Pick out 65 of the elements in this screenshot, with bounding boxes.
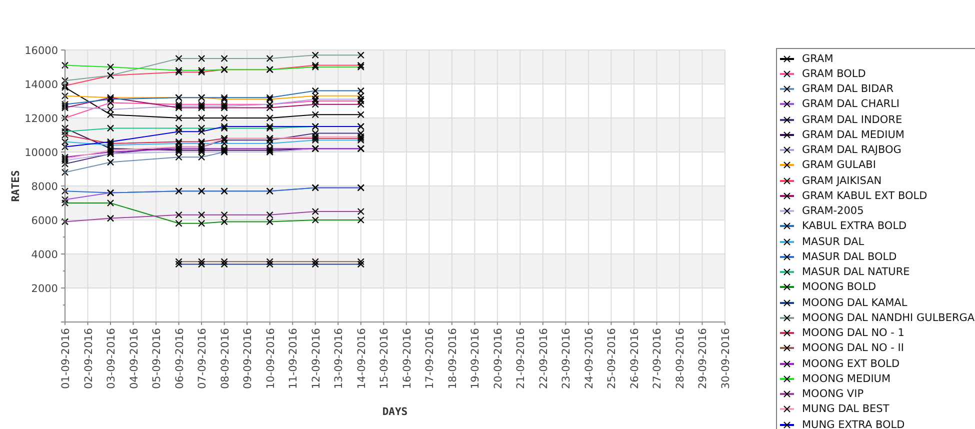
- legend-label: GRAM: [802, 52, 834, 65]
- legend-label: MOONG DAL NO - II: [802, 342, 904, 354]
- legend-label: GRAM DAL MEDIUM: [802, 128, 904, 141]
- legend-label: GRAM JAIKISAN: [802, 174, 882, 187]
- x-tick-label: 07-09-2016: [196, 328, 209, 390]
- legend-label: MOONG EXT BOLD: [802, 358, 900, 370]
- x-axis-title: DAYS: [382, 406, 408, 418]
- x-tick-label: 26-09-2016: [628, 328, 641, 390]
- legend-label: MOONG BOLD: [802, 281, 876, 294]
- x-tick-label: 10-09-2016: [264, 328, 277, 390]
- x-tick-label: 29-09-2016: [697, 328, 710, 390]
- legend-label: MUNG DAL BEST: [802, 403, 890, 416]
- x-tick-label: 11-09-2016: [288, 328, 300, 390]
- y-tick-label: 8000: [31, 181, 58, 193]
- x-tick-label: 16-09-2016: [401, 328, 414, 390]
- legend-label: MOONG DAL NANDHI GULBERGA: [802, 312, 975, 324]
- x-tick-label: 08-09-2016: [219, 328, 232, 390]
- y-tick-label: 16000: [24, 45, 58, 57]
- x-tick-label: 15-09-2016: [378, 328, 391, 390]
- x-tick-label: 13-09-2016: [333, 328, 346, 390]
- x-tick-label: 19-09-2016: [470, 328, 482, 390]
- legend-label: MOONG VIP: [802, 388, 864, 400]
- legend-label: GRAM DAL RAJBOG: [802, 144, 902, 156]
- y-axis-title: RATES: [10, 170, 22, 202]
- x-tick-label: 17-09-2016: [424, 328, 436, 390]
- legend-label: MUNG EXTRA BOLD: [802, 418, 905, 429]
- x-tick-label: 14-09-2016: [356, 328, 368, 390]
- y-tick-label: 10000: [24, 147, 58, 159]
- y-tick-label: 14000: [24, 79, 58, 91]
- x-tick-label: 20-09-2016: [492, 328, 504, 390]
- x-tick-label: 24-09-2016: [583, 328, 596, 390]
- legend-label: MOONG MEDIUM: [802, 372, 891, 385]
- legend-label: MASUR DAL: [802, 236, 864, 248]
- x-tick-label: 22-09-2016: [538, 328, 550, 390]
- legend-label: GRAM BOLD: [802, 68, 866, 80]
- legend-label: GRAM-2005: [802, 205, 864, 218]
- x-tick-label: 06-09-2016: [174, 328, 186, 390]
- x-tick-label: 23-09-2016: [560, 328, 573, 390]
- x-tick-label: 12-09-2016: [310, 328, 322, 390]
- x-tick-label: 27-09-2016: [652, 328, 664, 390]
- legend-label: MASUR DAL NATURE: [802, 266, 910, 278]
- legend-label: GRAM KABUL EXT BOLD: [802, 190, 928, 202]
- y-tick-label: 2000: [31, 283, 58, 295]
- legend-label: MOONG DAL NO - 1: [802, 327, 904, 340]
- y-tick-label: 12000: [24, 113, 58, 125]
- legend-label: GRAM DAL INDORE: [802, 114, 902, 126]
- x-tick-label: 01-09-2016: [60, 328, 72, 390]
- x-tick-label: 25-09-2016: [606, 328, 618, 390]
- legend-label: GRAM GULABI: [802, 159, 876, 172]
- x-tick-label: 02-09-2016: [82, 328, 95, 390]
- x-tick-label: 18-09-2016: [446, 328, 459, 390]
- x-tick-label: 28-09-2016: [674, 328, 686, 390]
- y-tick-label: 6000: [31, 215, 58, 227]
- legend-label: GRAM DAL CHARLI: [802, 98, 900, 110]
- y-tick-label: 4000: [31, 249, 58, 261]
- x-tick-label: 21-09-2016: [515, 328, 528, 390]
- x-tick-label: 09-09-2016: [242, 328, 254, 390]
- x-tick-label: 04-09-2016: [128, 328, 140, 390]
- x-tick-label: 30-09-2016: [720, 328, 732, 390]
- x-tick-label: 05-09-2016: [151, 328, 164, 390]
- legend-label: MASUR DAL BOLD: [802, 250, 897, 263]
- x-tick-label: 03-09-2016: [106, 328, 118, 390]
- legend-label: GRAM DAL BIDAR: [802, 83, 894, 96]
- legend-label: MOONG DAL KAMAL: [802, 296, 908, 309]
- legend-label: KABUL EXTRA BOLD: [802, 220, 907, 232]
